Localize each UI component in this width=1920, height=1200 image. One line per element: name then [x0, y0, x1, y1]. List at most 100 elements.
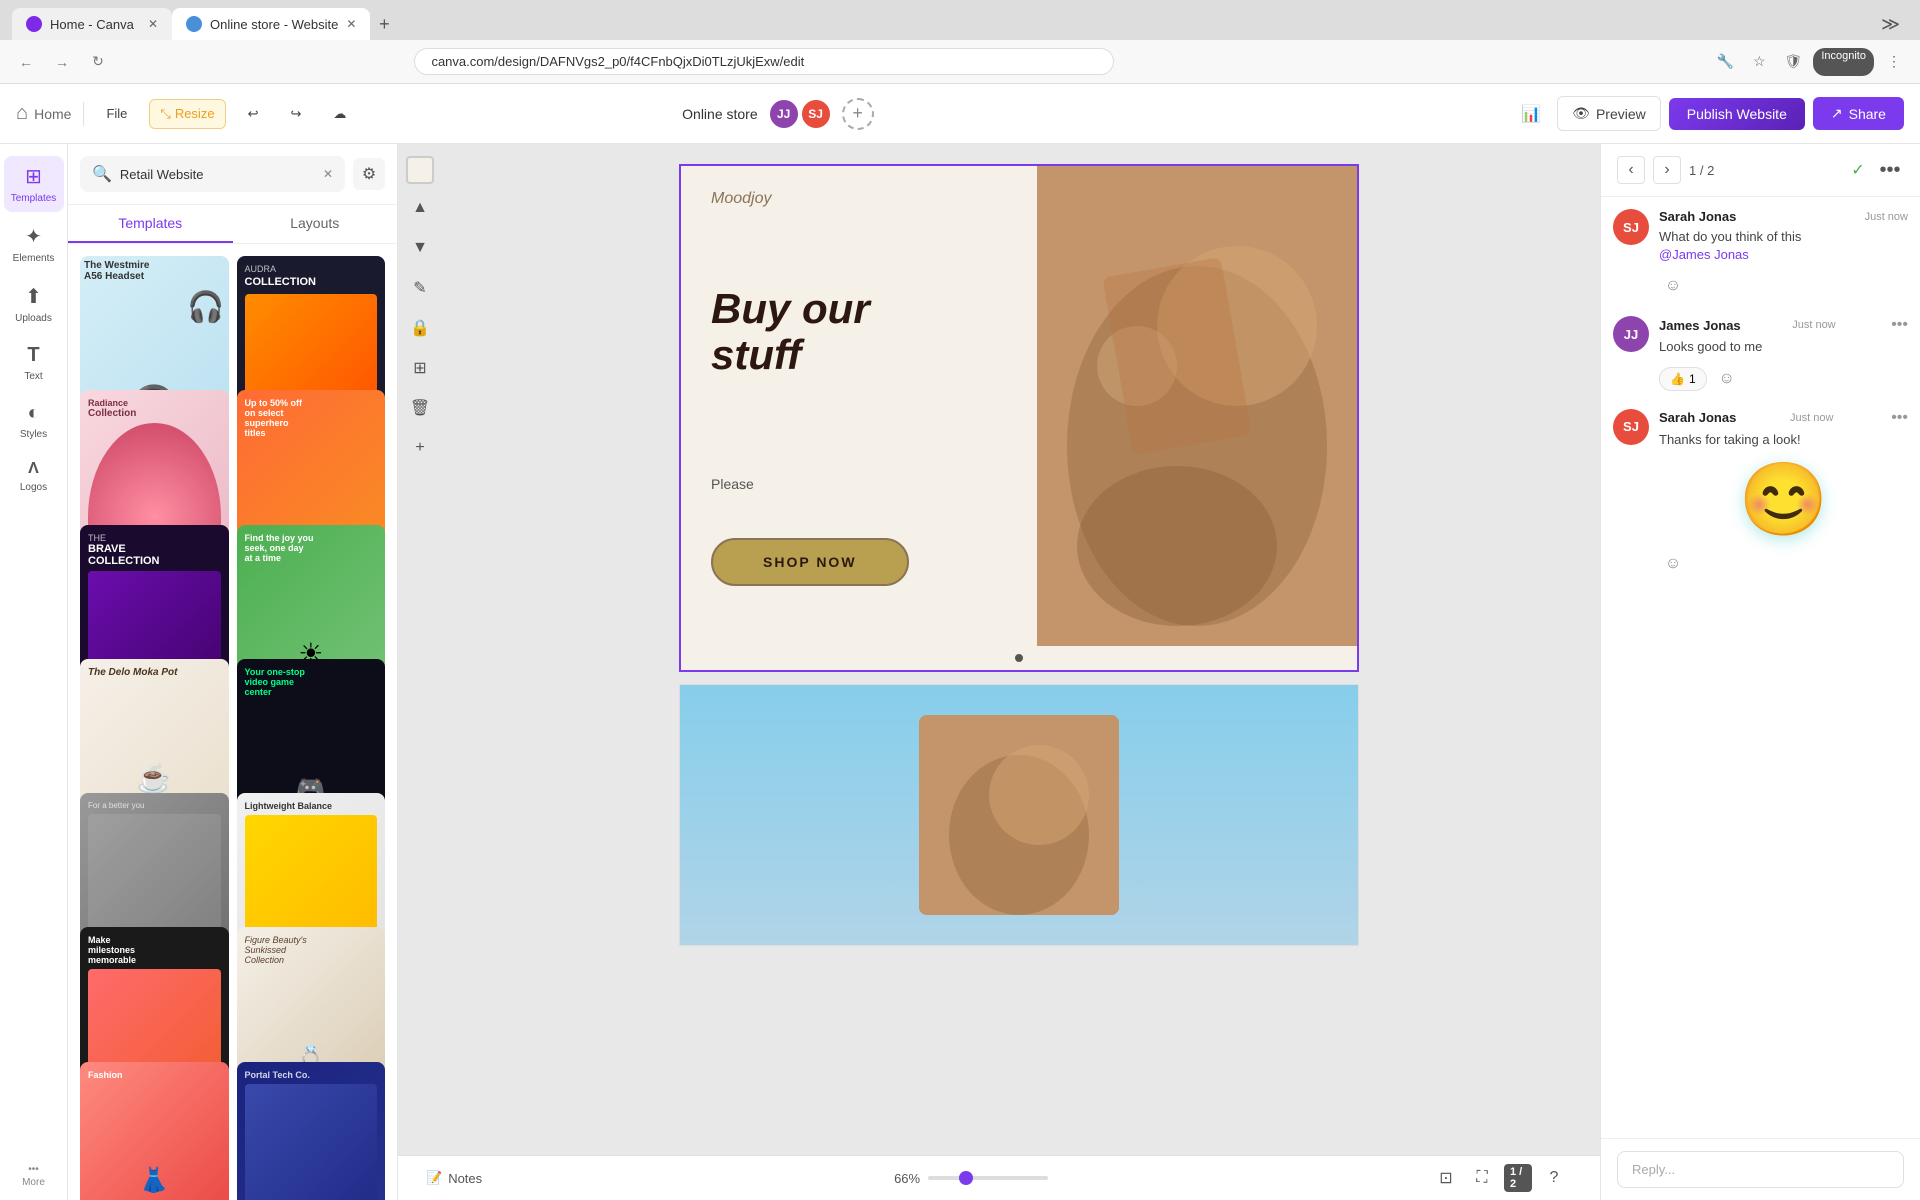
tab-templates[interactable]: Templates: [68, 205, 233, 243]
preview-button[interactable]: 👁 Preview: [1557, 96, 1661, 131]
bottom-right: ⊡ ⛶ 1 / 2 ?: [1432, 1164, 1568, 1192]
canvas-lock-tool[interactable]: 🔒: [404, 312, 436, 344]
address-bar: ← → ↻ 🔧 ☆ 🛡 Incognito ⋮: [0, 40, 1920, 84]
thumbsup-reaction[interactable]: 👍 1: [1659, 367, 1707, 391]
tab-home-title: Home - Canva: [50, 17, 134, 32]
canvas-trash-tool[interactable]: 🗑: [404, 392, 436, 424]
fit-page-button[interactable]: ⊡: [1432, 1164, 1460, 1192]
reply-input[interactable]: [1617, 1151, 1904, 1188]
main-content: ⊞ Templates ✦ Elements ⬆ Uploads T Text …: [0, 144, 1920, 1200]
file-button[interactable]: File: [96, 100, 137, 127]
comment-menu-3[interactable]: •••: [1891, 409, 1908, 427]
tab-store-close[interactable]: ✕: [346, 17, 356, 31]
tab-home[interactable]: Home - Canva ✕: [12, 8, 172, 40]
undo-button[interactable]: ↩: [238, 100, 269, 128]
comment-header-3: Sarah Jonas Just now •••: [1659, 409, 1908, 427]
forward-button[interactable]: →: [48, 48, 76, 76]
menu-icon[interactable]: ⋮: [1880, 48, 1908, 76]
comment-thread-3: SJ Sarah Jonas Just now ••• Thanks for t…: [1613, 409, 1908, 578]
comment-time-1: Just now: [1865, 211, 1908, 223]
avatar-sj[interactable]: SJ: [800, 98, 832, 130]
extension-icon[interactable]: 🔧: [1711, 48, 1739, 76]
canvas-scroll[interactable]: Moodjoy Buy ourstuff: [398, 144, 1600, 1155]
comment-emoji-large: 😊: [1659, 457, 1908, 542]
add-reaction-3[interactable]: ☺: [1659, 550, 1687, 578]
canvas-page-1: Moodjoy Buy ourstuff: [679, 164, 1359, 672]
comment-menu-2[interactable]: •••: [1891, 316, 1908, 334]
comment-mention[interactable]: @James Jonas: [1659, 247, 1749, 262]
sidebar-item-text[interactable]: T Text: [4, 336, 64, 390]
browser-chrome: Home - Canva ✕ Online store - Website ✕ …: [0, 0, 1920, 84]
comments-page-indicator: 1 / 2: [1689, 163, 1714, 178]
comment-item: SJ Sarah Jonas Just now What do you thin…: [1613, 209, 1908, 300]
more-icon: •••: [28, 1164, 39, 1175]
sidebar-styles-label: Styles: [20, 429, 47, 440]
save-cloud-button[interactable]: ☁: [323, 100, 356, 128]
canvas-down-tool[interactable]: ▼: [404, 232, 436, 264]
elements-icon: ✦: [25, 224, 42, 249]
toolbar-right: 📊 👁 Preview Publish Website ↗ Share: [1513, 96, 1904, 132]
notes-label: Notes: [448, 1171, 482, 1186]
comments-next-button[interactable]: ›: [1653, 156, 1681, 184]
sidebar-item-styles[interactable]: ◐ Styles: [4, 394, 64, 448]
tab-home-close[interactable]: ✕: [148, 17, 158, 31]
logos-icon: Λ: [28, 460, 39, 478]
zoom-slider[interactable]: [928, 1176, 1048, 1180]
sidebar-item-uploads[interactable]: ⬆ Uploads: [4, 276, 64, 332]
canvas-grid-tool[interactable]: ⊞: [404, 352, 436, 384]
sidebar-item-logos[interactable]: Λ Logos: [4, 452, 64, 501]
canvas-add-tool[interactable]: +: [404, 432, 436, 464]
publish-button[interactable]: Publish Website: [1669, 98, 1805, 130]
canvas-content: Moodjoy Buy ourstuff: [681, 166, 1357, 646]
sidebar-more-button[interactable]: ••• More: [22, 1164, 45, 1188]
resize-button[interactable]: ⤡ Resize: [149, 99, 225, 129]
reload-button[interactable]: ↻: [84, 48, 112, 76]
filter-button[interactable]: ⚙: [353, 158, 385, 190]
color-swatch[interactable]: [406, 156, 434, 184]
canvas-notes-tool[interactable]: ✎: [404, 272, 436, 304]
fullscreen-button[interactable]: ⛶: [1468, 1164, 1496, 1192]
reaction-count: 1: [1689, 372, 1696, 386]
add-reaction-2[interactable]: ☺: [1713, 365, 1741, 393]
nav-dot-1[interactable]: [1015, 654, 1023, 662]
redo-button[interactable]: ↪: [280, 100, 311, 128]
canvas-up-tool[interactable]: ▲: [404, 192, 436, 224]
templates-panel: 🔍 ✕ ⚙ Templates Layouts The WestmireA56 …: [68, 144, 398, 1200]
resize-label: Resize: [175, 106, 215, 121]
tab-layouts[interactable]: Layouts: [233, 205, 398, 243]
templates-icon: ⊞: [25, 164, 42, 189]
tab-overflow-button[interactable]: ≫: [1873, 14, 1908, 35]
page-number-badge: 1 / 2: [1504, 1164, 1532, 1192]
comments-reply: [1601, 1138, 1920, 1200]
add-reaction-1[interactable]: ☺: [1659, 272, 1687, 300]
search-icon: 🔍: [92, 164, 112, 184]
more-label: More: [22, 1177, 45, 1188]
analytics-button[interactable]: 📊: [1513, 96, 1549, 132]
canvas-shop-button[interactable]: SHOP NOW: [711, 538, 909, 586]
comment-more-button[interactable]: •••: [1876, 156, 1904, 184]
sidebar-item-elements[interactable]: ✦ Elements: [4, 216, 64, 272]
tab-store[interactable]: Online store - Website ✕: [172, 8, 370, 40]
comments-prev-button[interactable]: ‹: [1617, 156, 1645, 184]
address-input[interactable]: [414, 48, 1114, 75]
comments-list: SJ Sarah Jonas Just now What do you thin…: [1601, 197, 1920, 1138]
comments-header: ‹ › 1 / 2 ✓ •••: [1601, 144, 1920, 197]
home-button[interactable]: ⌂ Home: [16, 102, 71, 125]
template-card[interactable]: Portal Tech Co.: [237, 1062, 386, 1200]
back-button[interactable]: ←: [12, 48, 40, 76]
search-input[interactable]: [120, 167, 315, 182]
canvas-bottom-bar: 📝 Notes 66% ⊡ ⛶ 1 / 2 ?: [398, 1155, 1600, 1200]
template-card[interactable]: Fashion 👗: [80, 1062, 229, 1200]
extension2-icon[interactable]: 🛡: [1779, 48, 1807, 76]
bookmark-icon[interactable]: ☆: [1745, 48, 1773, 76]
comment-check-button[interactable]: ✓: [1844, 156, 1872, 184]
add-collaborator-button[interactable]: +: [842, 98, 874, 130]
template-grid: The WestmireA56 Headset 🎧 AUDRA COLLECTI…: [68, 244, 397, 1200]
new-tab-button[interactable]: +: [370, 10, 398, 38]
share-button[interactable]: ↗ Share: [1813, 97, 1904, 130]
help-button[interactable]: ?: [1540, 1164, 1568, 1192]
search-clear-button[interactable]: ✕: [323, 167, 333, 181]
sidebar-item-templates[interactable]: ⊞ Templates: [4, 156, 64, 212]
canva-favicon: [26, 16, 42, 32]
avatar-jj[interactable]: JJ: [768, 98, 800, 130]
